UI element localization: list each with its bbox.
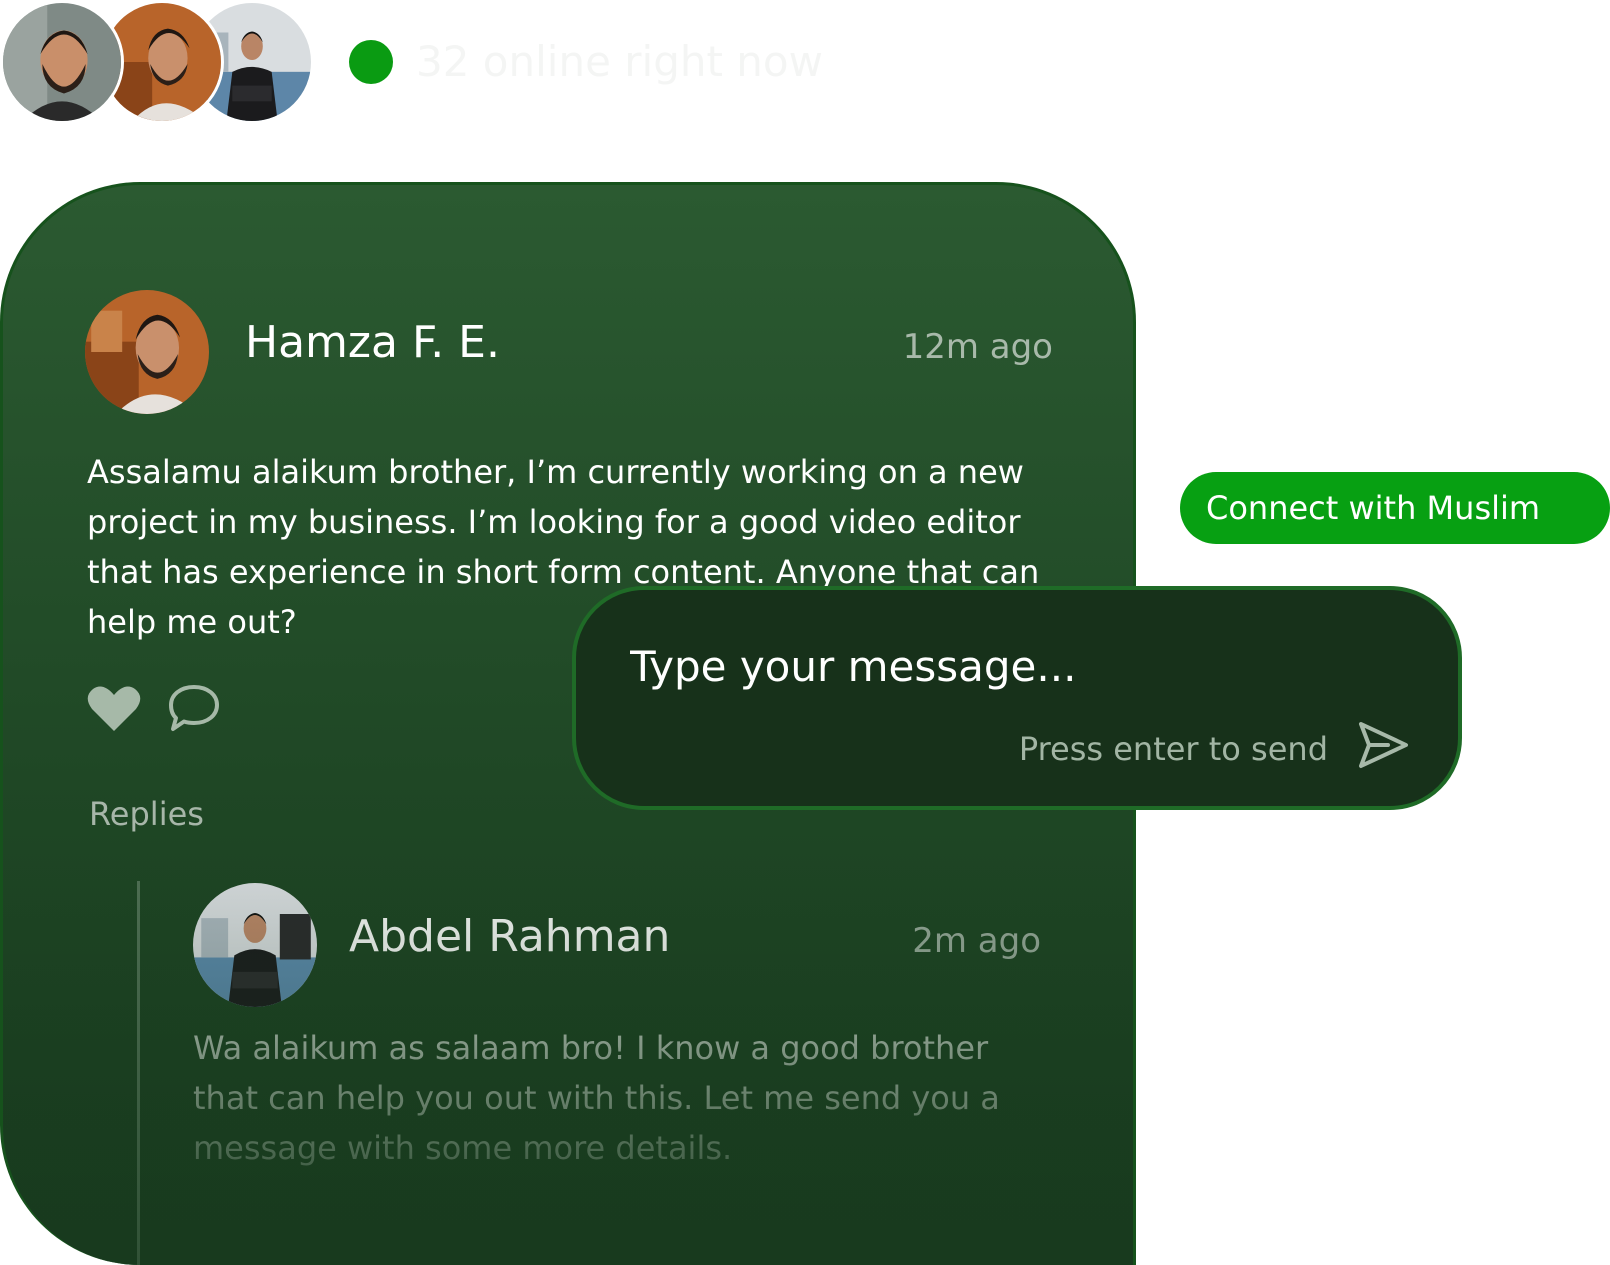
comment-icon[interactable] (167, 683, 221, 733)
reply-body-text: Wa alaikum as salaam bro! I know a good … (193, 1023, 1053, 1173)
post-actions (87, 683, 227, 735)
post-author-avatar[interactable] (85, 290, 209, 414)
avatar-bearded-man-image (3, 3, 121, 121)
avatar-man-sweater-image (85, 290, 209, 414)
message-composer: Press enter to send (572, 586, 1462, 810)
online-status-text: 32 online right now (416, 37, 823, 86)
reply-author-avatar[interactable] (193, 883, 317, 1007)
post-author-name[interactable]: Hamza F. E. (245, 315, 500, 371)
online-indicator (349, 40, 393, 84)
reply-timestamp: 2m ago (912, 921, 1041, 961)
connect-button[interactable]: Connect with Muslim (1180, 472, 1610, 544)
send-hint: Press enter to send (1018, 730, 1328, 768)
message-input[interactable] (630, 634, 1270, 698)
online-avatar-stack (0, 0, 314, 124)
send-icon[interactable] (1356, 720, 1410, 770)
reply-thread-line (137, 881, 140, 1265)
avatar[interactable] (0, 0, 124, 124)
avatar-man-office-image (193, 883, 317, 1007)
reply-author-name[interactable]: Abdel Rahman (349, 909, 670, 965)
replies-heading: Replies (89, 795, 204, 833)
heart-icon[interactable] (87, 685, 141, 733)
post-timestamp: 12m ago (902, 327, 1053, 367)
